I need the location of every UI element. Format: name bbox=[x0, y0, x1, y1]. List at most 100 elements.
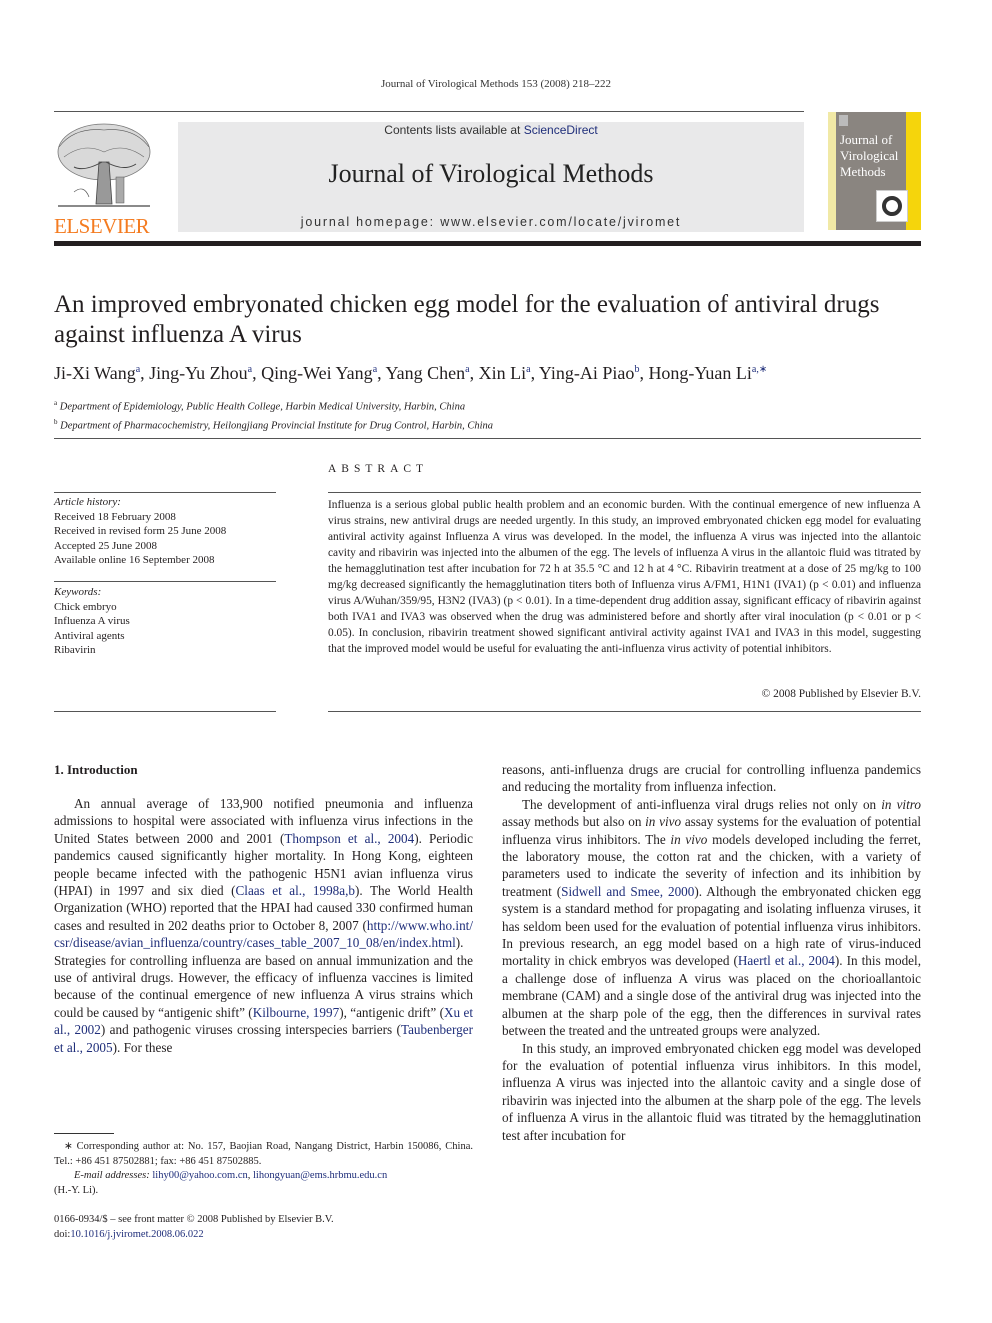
front-matter: 0166-0934/$ – see front matter © 2008 Pu… bbox=[54, 1213, 473, 1242]
italic-term: in vivo bbox=[645, 814, 682, 830]
author-name: Hong-Yuan Li bbox=[648, 363, 752, 383]
history-label: Article history: bbox=[54, 496, 121, 508]
article-info-bottom-rule bbox=[54, 711, 276, 712]
contents-line: Contents lists available at ScienceDirec… bbox=[178, 123, 804, 137]
text: ) and pathogenic viruses crossing inters… bbox=[100, 1022, 401, 1038]
text: assay methods but also on bbox=[502, 814, 646, 830]
email-label: E-mail addresses: bbox=[74, 1170, 150, 1181]
journal-cover[interactable]: Journal of Virological Methods bbox=[828, 112, 921, 230]
affiliation: a Department of Epidemiology, Public Hea… bbox=[54, 396, 924, 415]
paragraph: In this study, an improved embryonated c… bbox=[502, 1040, 921, 1143]
author-name: Ying-Ai Piao bbox=[538, 363, 635, 383]
author[interactable]: Ji-Xi Wanga bbox=[54, 363, 140, 383]
article-history: Article history: Received 18 February 20… bbox=[54, 495, 276, 568]
affiliation: b Department of Pharmacochemistry, Heilo… bbox=[54, 415, 924, 434]
email-link[interactable]: lihy00@yahoo.com.cn bbox=[152, 1170, 247, 1181]
affiliation-mark[interactable]: a bbox=[465, 364, 469, 375]
author[interactable]: Yang Chena bbox=[385, 363, 469, 383]
sciencedirect-link[interactable]: ScienceDirect bbox=[524, 123, 598, 137]
affiliation-mark[interactable]: a bbox=[248, 364, 252, 375]
author-name: Jing-Yu Zhou bbox=[149, 363, 248, 383]
paragraph: The development of anti-influenza viral … bbox=[502, 796, 921, 1040]
masthead-rule bbox=[54, 241, 921, 246]
author[interactable]: Hong-Yuan Lia,∗ bbox=[648, 363, 767, 383]
citation-link[interactable]: Kilbourne, 1997 bbox=[253, 1005, 339, 1020]
affiliation-mark[interactable]: a bbox=[526, 364, 530, 375]
article-info-rule bbox=[54, 492, 276, 493]
affiliation-text: Department of Pharmacochemistry, Heilong… bbox=[60, 420, 494, 431]
abstract-text: Influenza is a serious global public hea… bbox=[328, 499, 921, 655]
header-divider bbox=[54, 111, 804, 112]
section-divider bbox=[54, 438, 921, 439]
author-list: Ji-Xi Wanga, Jing-Yu Zhoua, Qing-Wei Yan… bbox=[54, 363, 768, 383]
cover-title-line: Virological bbox=[840, 148, 899, 163]
body-column-right: reasons, anti-influenza drugs are crucia… bbox=[502, 761, 921, 1144]
journal-banner: Contents lists available at ScienceDirec… bbox=[178, 122, 804, 232]
article-title: An improved embryonated chicken egg mode… bbox=[54, 291, 880, 348]
cover-emblem-icon bbox=[876, 190, 908, 222]
cover-left-strip bbox=[828, 112, 836, 230]
cover-title-line: Journal of bbox=[840, 132, 893, 147]
author-name: Yang Chen bbox=[385, 363, 466, 383]
history-item: Available online 16 September 2008 bbox=[54, 554, 215, 566]
cover-right-strip bbox=[906, 112, 921, 230]
corresponding-author-footnote: ∗ Corresponding author at: No. 157, Baoj… bbox=[54, 1140, 473, 1198]
abstract-copyright: © 2008 Published by Elsevier B.V. bbox=[761, 688, 921, 700]
abstract-rule bbox=[328, 492, 921, 493]
keyword: Influenza A virus bbox=[54, 615, 130, 627]
text: The development of anti-influenza viral … bbox=[522, 796, 882, 812]
citation-link[interactable]: Thompson et al., 2004 bbox=[284, 831, 414, 846]
author-name: Xin Li bbox=[478, 363, 527, 383]
author[interactable]: Qing-Wei Yanga bbox=[261, 363, 377, 383]
email-link[interactable]: lihongyuan@ems.hrbmu.edu.cn bbox=[253, 1170, 387, 1181]
text: ). For these bbox=[112, 1039, 173, 1055]
author[interactable]: Xin Lia bbox=[479, 363, 531, 383]
history-item: Received in revised form 25 June 2008 bbox=[54, 525, 227, 537]
doi-link[interactable]: 10.1016/j.jviromet.2008.06.022 bbox=[70, 1229, 203, 1240]
affiliation-mark[interactable]: a,∗ bbox=[752, 364, 767, 375]
keywords-label: Keywords: bbox=[54, 586, 102, 598]
elsevier-logo[interactable]: ELSEVIER bbox=[54, 122, 156, 237]
abstract-heading: ABSTRACT bbox=[328, 463, 429, 475]
author-name: Qing-Wei Yang bbox=[261, 363, 373, 383]
citation-link[interactable]: Haertl et al., 2004 bbox=[738, 953, 835, 968]
affiliation-mark: b bbox=[54, 417, 58, 426]
elsevier-wordmark: ELSEVIER bbox=[54, 214, 150, 238]
abstract-bottom-rule bbox=[328, 711, 921, 712]
author-name: Ji-Xi Wang bbox=[54, 363, 136, 383]
affiliation-text: Department of Epidemiology, Public Healt… bbox=[59, 401, 466, 413]
contents-prefix: Contents lists available at bbox=[384, 123, 524, 137]
footnote-text: ∗ Corresponding author at: No. 157, Baoj… bbox=[54, 1141, 473, 1167]
paragraph: An annual average of 133,900 notified pn… bbox=[54, 795, 473, 1056]
elsevier-tree-icon bbox=[57, 123, 151, 207]
keyword: Chick embryo bbox=[54, 600, 117, 613]
running-head: Journal of Virological Methods 153 (2008… bbox=[380, 78, 612, 90]
affiliation-mark[interactable]: b bbox=[634, 364, 639, 375]
cover-title-line: Methods bbox=[840, 164, 886, 179]
paragraph: reasons, anti-influenza drugs are crucia… bbox=[502, 762, 921, 795]
keyword: Ribavirin bbox=[54, 644, 96, 656]
journal-title: Journal of Virological Methods bbox=[328, 159, 654, 188]
footnote-rule bbox=[54, 1133, 114, 1134]
affiliation-mark[interactable]: a bbox=[373, 364, 377, 375]
italic-term: in vivo bbox=[670, 831, 708, 847]
text: ), “antigenic drift” ( bbox=[339, 1004, 445, 1020]
affiliations: a Department of Epidemiology, Public Hea… bbox=[54, 396, 924, 433]
affiliation-mark: a bbox=[54, 399, 58, 407]
author[interactable]: Ying-Ai Piaob bbox=[539, 363, 640, 383]
body-column-left: An annual average of 133,900 notified pn… bbox=[54, 795, 473, 1056]
keywords-rule bbox=[54, 581, 276, 582]
history-item: Received 18 February 2008 bbox=[54, 510, 176, 523]
footnote-author-initials: (H.-Y. Li). bbox=[54, 1184, 99, 1196]
keyword: Antiviral agents bbox=[54, 629, 125, 642]
citation-link[interactable]: Sidwell and Smee, 2000 bbox=[561, 884, 694, 899]
journal-homepage-link[interactable]: journal homepage: www.elsevier.com/locat… bbox=[178, 215, 804, 229]
author[interactable]: Jing-Yu Zhoua bbox=[149, 363, 252, 383]
italic-term: in vitro bbox=[881, 796, 921, 812]
doi-label: doi: bbox=[54, 1228, 71, 1240]
doi-line: doi:10.1016/j.jviromet.2008.06.022 bbox=[54, 1228, 473, 1243]
citation-link[interactable]: Claas et al., 1998a,b bbox=[235, 883, 355, 898]
email-line: E-mail addresses: lihy00@yahoo.com.cn, l… bbox=[74, 1170, 388, 1181]
affiliation-mark[interactable]: a bbox=[136, 364, 140, 375]
cover-title: Journal of Virological Methods bbox=[840, 132, 898, 180]
